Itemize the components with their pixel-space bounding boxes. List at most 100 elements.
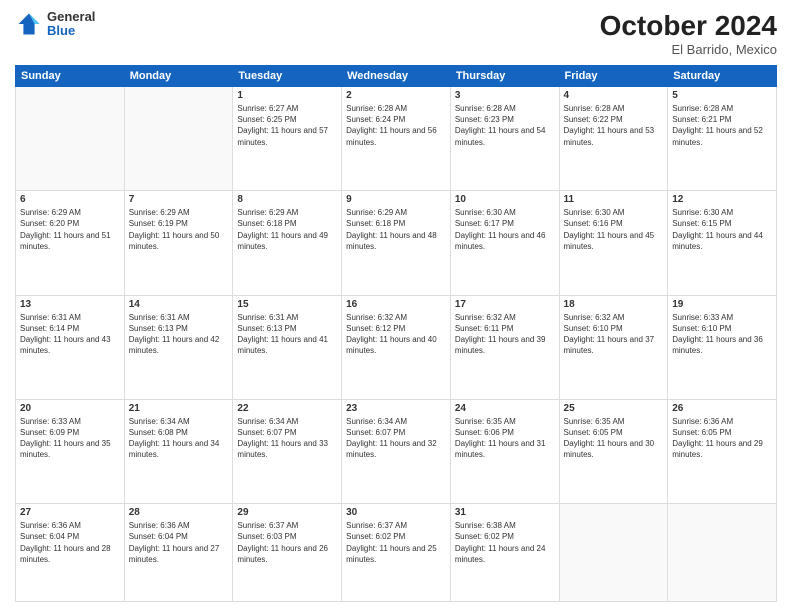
day-info: Sunrise: 6:28 AM Sunset: 6:24 PM Dayligh… bbox=[346, 103, 446, 148]
day-info: Sunrise: 6:34 AM Sunset: 6:08 PM Dayligh… bbox=[129, 416, 229, 461]
calendar-cell: 24 Sunrise: 6:35 AM Sunset: 6:06 PM Dayli… bbox=[450, 399, 559, 503]
calendar-cell: 5 Sunrise: 6:28 AM Sunset: 6:21 PM Daylig… bbox=[668, 87, 777, 191]
day-number: 16 bbox=[346, 299, 446, 310]
calendar-cell: 8 Sunrise: 6:29 AM Sunset: 6:18 PM Daylig… bbox=[233, 191, 342, 295]
weekday-header: Thursday bbox=[450, 66, 559, 87]
weekday-header: Friday bbox=[559, 66, 668, 87]
calendar-cell: 17 Sunrise: 6:32 AM Sunset: 6:11 PM Dayli… bbox=[450, 295, 559, 399]
day-info: Sunrise: 6:31 AM Sunset: 6:13 PM Dayligh… bbox=[129, 312, 229, 357]
day-info: Sunrise: 6:30 AM Sunset: 6:15 PM Dayligh… bbox=[672, 207, 772, 252]
day-number: 8 bbox=[237, 194, 337, 205]
logo-icon bbox=[15, 10, 43, 38]
day-number: 3 bbox=[455, 90, 555, 101]
day-info: Sunrise: 6:29 AM Sunset: 6:18 PM Dayligh… bbox=[237, 207, 337, 252]
logo-text: General Blue bbox=[47, 10, 95, 39]
day-number: 24 bbox=[455, 403, 555, 414]
calendar-cell: 18Sunrise: 6:32 AM Sunset: 6:10 PM Dayli… bbox=[559, 295, 668, 399]
day-info: Sunrise: 6:35 AM Sunset: 6:05 PM Dayligh… bbox=[564, 416, 664, 461]
calendar-cell: 10 Sunrise: 6:30 AM Sunset: 6:17 PM Dayli… bbox=[450, 191, 559, 295]
page: General Blue October 2024 El Barrido, Me… bbox=[0, 0, 792, 612]
calendar-header: SundayMondayTuesdayWednesdayThursdayFrid… bbox=[16, 66, 777, 87]
calendar-cell: 14 Sunrise: 6:31 AM Sunset: 6:13 PM Dayli… bbox=[124, 295, 233, 399]
day-number: 12 bbox=[672, 194, 772, 205]
calendar-cell: 6 Sunrise: 6:29 AM Sunset: 6:20 PM Daylig… bbox=[16, 191, 125, 295]
day-number: 27 bbox=[20, 507, 120, 518]
calendar-cell: 29 Sunrise: 6:37 AM Sunset: 6:03 PM Dayli… bbox=[233, 504, 342, 602]
day-info: Sunrise: 6:29 AM Sunset: 6:18 PM Dayligh… bbox=[346, 207, 446, 252]
calendar-cell: 19 Sunrise: 6:33 AM Sunset: 6:10 PM Dayli… bbox=[668, 295, 777, 399]
calendar-week: 27 Sunrise: 6:36 AM Sunset: 6:04 PM Dayli… bbox=[16, 504, 777, 602]
calendar-cell: 20Sunrise: 6:33 AM Sunset: 6:09 PM Dayli… bbox=[16, 399, 125, 503]
day-info: Sunrise: 6:38 AM Sunset: 6:02 PM Dayligh… bbox=[455, 520, 555, 565]
calendar-cell: 7Sunrise: 6:29 AM Sunset: 6:19 PM Daylig… bbox=[124, 191, 233, 295]
calendar-cell: 27 Sunrise: 6:36 AM Sunset: 6:04 PM Dayli… bbox=[16, 504, 125, 602]
day-number: 4 bbox=[564, 90, 664, 101]
day-info: Sunrise: 6:36 AM Sunset: 6:04 PM Dayligh… bbox=[129, 520, 229, 565]
day-number: 11 bbox=[564, 194, 664, 205]
day-number: 17 bbox=[455, 299, 555, 310]
day-info: Sunrise: 6:30 AM Sunset: 6:16 PM Dayligh… bbox=[564, 207, 664, 252]
day-number: 19 bbox=[672, 299, 772, 310]
calendar-cell: 21 Sunrise: 6:34 AM Sunset: 6:08 PM Dayli… bbox=[124, 399, 233, 503]
calendar-cell: 4 Sunrise: 6:28 AM Sunset: 6:22 PM Daylig… bbox=[559, 87, 668, 191]
day-info: Sunrise: 6:37 AM Sunset: 6:03 PM Dayligh… bbox=[237, 520, 337, 565]
day-info: Sunrise: 6:33 AM Sunset: 6:09 PM Dayligh… bbox=[20, 416, 120, 461]
day-info: Sunrise: 6:30 AM Sunset: 6:17 PM Dayligh… bbox=[455, 207, 555, 252]
day-number: 30 bbox=[346, 507, 446, 518]
day-info: Sunrise: 6:31 AM Sunset: 6:13 PM Dayligh… bbox=[237, 312, 337, 357]
day-info: Sunrise: 6:33 AM Sunset: 6:10 PM Dayligh… bbox=[672, 312, 772, 357]
calendar: SundayMondayTuesdayWednesdayThursdayFrid… bbox=[15, 65, 777, 602]
day-info: Sunrise: 6:37 AM Sunset: 6:02 PM Dayligh… bbox=[346, 520, 446, 565]
day-info: Sunrise: 6:28 AM Sunset: 6:21 PM Dayligh… bbox=[672, 103, 772, 148]
calendar-week: 20Sunrise: 6:33 AM Sunset: 6:09 PM Dayli… bbox=[16, 399, 777, 503]
day-info: Sunrise: 6:36 AM Sunset: 6:05 PM Dayligh… bbox=[672, 416, 772, 461]
title-block: October 2024 El Barrido, Mexico bbox=[600, 10, 777, 57]
calendar-week: 6 Sunrise: 6:29 AM Sunset: 6:20 PM Daylig… bbox=[16, 191, 777, 295]
day-number: 14 bbox=[129, 299, 229, 310]
logo: General Blue bbox=[15, 10, 95, 39]
calendar-week: 13Sunrise: 6:31 AM Sunset: 6:14 PM Dayli… bbox=[16, 295, 777, 399]
calendar-cell: 31 Sunrise: 6:38 AM Sunset: 6:02 PM Dayli… bbox=[450, 504, 559, 602]
day-info: Sunrise: 6:35 AM Sunset: 6:06 PM Dayligh… bbox=[455, 416, 555, 461]
day-number: 31 bbox=[455, 507, 555, 518]
day-number: 1 bbox=[237, 90, 337, 101]
calendar-cell: 3Sunrise: 6:28 AM Sunset: 6:23 PM Daylig… bbox=[450, 87, 559, 191]
calendar-body: 1 Sunrise: 6:27 AM Sunset: 6:25 PM Daylig… bbox=[16, 87, 777, 602]
calendar-cell: 22Sunrise: 6:34 AM Sunset: 6:07 PM Dayli… bbox=[233, 399, 342, 503]
calendar-cell: 30 Sunrise: 6:37 AM Sunset: 6:02 PM Dayli… bbox=[342, 504, 451, 602]
day-number: 6 bbox=[20, 194, 120, 205]
calendar-cell: 16 Sunrise: 6:32 AM Sunset: 6:12 PM Dayli… bbox=[342, 295, 451, 399]
day-number: 25 bbox=[564, 403, 664, 414]
weekday-header: Sunday bbox=[16, 66, 125, 87]
logo-blue: Blue bbox=[47, 24, 95, 38]
day-number: 29 bbox=[237, 507, 337, 518]
weekday-header: Monday bbox=[124, 66, 233, 87]
calendar-cell: 2Sunrise: 6:28 AM Sunset: 6:24 PM Daylig… bbox=[342, 87, 451, 191]
calendar-cell bbox=[124, 87, 233, 191]
day-number: 15 bbox=[237, 299, 337, 310]
calendar-cell bbox=[559, 504, 668, 602]
day-number: 5 bbox=[672, 90, 772, 101]
calendar-cell: 13Sunrise: 6:31 AM Sunset: 6:14 PM Dayli… bbox=[16, 295, 125, 399]
calendar-cell bbox=[668, 504, 777, 602]
calendar-cell: 23Sunrise: 6:34 AM Sunset: 6:07 PM Dayli… bbox=[342, 399, 451, 503]
calendar-cell: 25 Sunrise: 6:35 AM Sunset: 6:05 PM Dayli… bbox=[559, 399, 668, 503]
day-info: Sunrise: 6:32 AM Sunset: 6:12 PM Dayligh… bbox=[346, 312, 446, 357]
day-info: Sunrise: 6:29 AM Sunset: 6:20 PM Dayligh… bbox=[20, 207, 120, 252]
day-info: Sunrise: 6:28 AM Sunset: 6:22 PM Dayligh… bbox=[564, 103, 664, 148]
day-number: 10 bbox=[455, 194, 555, 205]
logo-general: General bbox=[47, 10, 95, 24]
day-info: Sunrise: 6:32 AM Sunset: 6:11 PM Dayligh… bbox=[455, 312, 555, 357]
day-number: 22 bbox=[237, 403, 337, 414]
weekday-header: Saturday bbox=[668, 66, 777, 87]
calendar-cell bbox=[16, 87, 125, 191]
day-number: 21 bbox=[129, 403, 229, 414]
month-title: October 2024 bbox=[600, 10, 777, 42]
calendar-cell: 9Sunrise: 6:29 AM Sunset: 6:18 PM Daylig… bbox=[342, 191, 451, 295]
day-info: Sunrise: 6:29 AM Sunset: 6:19 PM Dayligh… bbox=[129, 207, 229, 252]
calendar-cell: 28Sunrise: 6:36 AM Sunset: 6:04 PM Dayli… bbox=[124, 504, 233, 602]
day-info: Sunrise: 6:36 AM Sunset: 6:04 PM Dayligh… bbox=[20, 520, 120, 565]
calendar-cell: 1 Sunrise: 6:27 AM Sunset: 6:25 PM Daylig… bbox=[233, 87, 342, 191]
day-info: Sunrise: 6:32 AM Sunset: 6:10 PM Dayligh… bbox=[564, 312, 664, 357]
day-info: Sunrise: 6:27 AM Sunset: 6:25 PM Dayligh… bbox=[237, 103, 337, 148]
